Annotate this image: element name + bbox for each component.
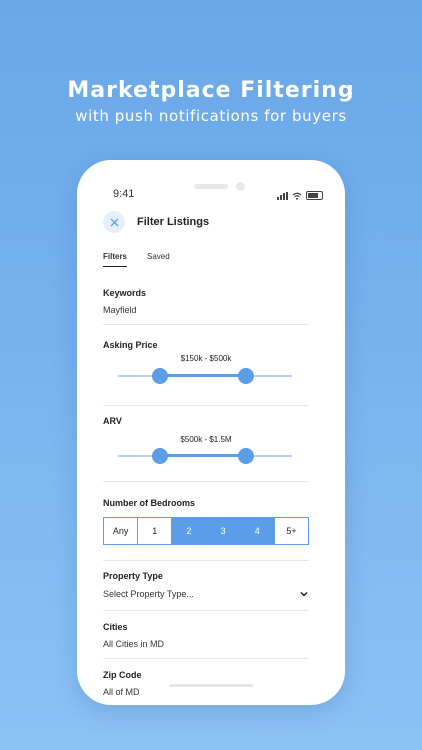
asking-price-selected-track — [160, 374, 246, 377]
wifi-icon — [292, 192, 302, 200]
status-icons — [277, 191, 323, 200]
divider — [103, 481, 309, 482]
filter-screen: 9:41 Filter Listings Filters Saved Keywo… — [77, 160, 345, 705]
bedrooms-selector: Any 1 2 3 4 5+ — [103, 517, 309, 545]
signal-icon — [277, 191, 288, 200]
tab-filters[interactable]: Filters — [103, 252, 128, 267]
filter-tabs: Filters Saved — [103, 252, 170, 267]
screen-header: Filter Listings — [103, 210, 325, 234]
asking-price-min-handle[interactable] — [152, 368, 168, 384]
tab-saved[interactable]: Saved — [147, 252, 170, 267]
property-type-section: Property Type Select Property Type... — [103, 571, 309, 599]
bedroom-option-1[interactable]: 1 — [138, 518, 173, 544]
divider — [103, 405, 309, 406]
phone-frame: 9:41 Filter Listings Filters Saved Keywo… — [77, 160, 345, 705]
property-type-placeholder: Select Property Type... — [103, 589, 194, 599]
divider — [103, 324, 309, 325]
asking-price-max-handle[interactable] — [238, 368, 254, 384]
property-type-select[interactable]: Select Property Type... — [103, 589, 309, 599]
status-time: 9:41 — [113, 188, 135, 200]
arv-max-handle[interactable] — [238, 448, 254, 464]
cities-section: Cities All Cities in MD — [103, 622, 309, 649]
promo-subline: with push notifications for buyers — [75, 107, 347, 125]
asking-price-range: $150k - $500k — [180, 354, 232, 363]
close-button[interactable] — [103, 211, 125, 233]
property-type-label: Property Type — [103, 571, 163, 581]
keywords-label: Keywords — [103, 288, 147, 298]
arv-label: ARV — [103, 416, 122, 426]
bedrooms-section: Number of Bedrooms — [103, 498, 309, 508]
page-title: Filter Listings — [137, 216, 210, 228]
divider — [103, 560, 309, 561]
battery-icon — [306, 191, 323, 200]
cities-label: Cities — [103, 622, 128, 632]
asking-price-label: Asking Price — [103, 340, 158, 350]
arv-selected-track — [160, 454, 246, 457]
bedroom-option-5-plus[interactable]: 5+ — [274, 518, 309, 544]
home-indicator — [169, 684, 253, 687]
bedroom-option-4[interactable]: 4 — [240, 518, 275, 544]
zip-code-label: Zip Code — [103, 670, 142, 680]
keywords-section: Keywords Mayfield — [103, 288, 309, 315]
arv-section: ARV $500k - $1.5M — [103, 416, 309, 466]
chevron-down-icon — [300, 591, 308, 597]
promo-headline: Marketplace Filtering — [67, 78, 355, 103]
bedroom-option-3[interactable]: 3 — [206, 518, 241, 544]
divider — [103, 658, 309, 659]
zip-code-input[interactable]: All of MD — [103, 687, 309, 697]
keywords-input[interactable]: Mayfield — [103, 305, 309, 315]
bedrooms-label: Number of Bedrooms — [103, 498, 196, 508]
divider — [103, 610, 309, 611]
arv-range: $500k - $1.5M — [180, 435, 232, 444]
arv-min-handle[interactable] — [152, 448, 168, 464]
close-icon — [110, 218, 118, 226]
cities-input[interactable]: All Cities in MD — [103, 639, 309, 649]
bedroom-option-any[interactable]: Any — [104, 518, 139, 544]
camera-dot — [236, 182, 245, 191]
asking-price-section: Asking Price $150k - $500k — [103, 340, 309, 390]
bedroom-option-2[interactable]: 2 — [172, 518, 207, 544]
speaker-grille — [194, 184, 228, 189]
